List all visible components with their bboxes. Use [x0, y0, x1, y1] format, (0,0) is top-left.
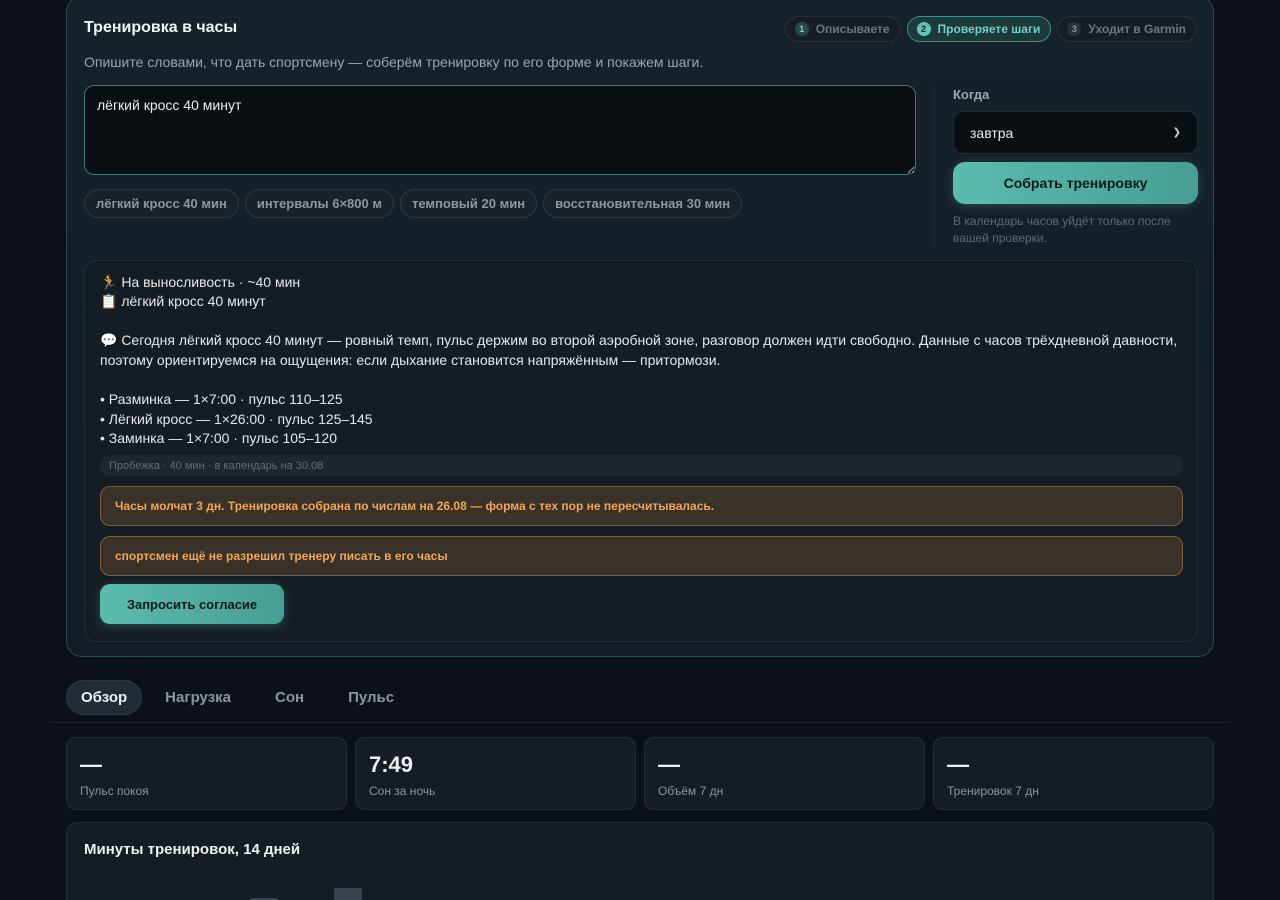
workout-composer-card: Тренировка в часы 1 Описываете 2 Проверя… [66, 0, 1214, 657]
coach-comment: 💬 Сегодня лёгкий кросс 40 минут — ровный… [100, 332, 1178, 368]
stat-sleep: 7:49 Сон за ночь [355, 737, 636, 810]
vertical-divider [934, 86, 935, 248]
stat-volume: — Объём 7 дн [644, 737, 925, 810]
suggestion-chip[interactable]: восстановительная 30 мин [543, 189, 743, 218]
build-workout-button[interactable]: Собрать тренировку [953, 162, 1198, 204]
consent-warning: спортсмен ещё не разрешил тренеру писать… [100, 536, 1183, 576]
workout-description-input[interactable] [84, 85, 916, 175]
wizard-steps: 1 Описываете 2 Проверяете шаги 3 Уходит … [784, 16, 1197, 42]
stat-value: 7:49 [369, 752, 414, 777]
chart-bar [334, 888, 362, 900]
stat-label: Тренировок 7 дн [947, 784, 1039, 798]
tab-overview[interactable]: Обзор [66, 680, 143, 715]
composer-subtitle: Опишите словами, что дать спортсмену — с… [84, 54, 704, 70]
when-select-value: завтра [970, 124, 1014, 141]
stat-value: — [658, 752, 680, 777]
step-number: 2 [916, 22, 931, 36]
chart-title: Минуты тренировок, 14 дней [84, 841, 301, 858]
step-number: 3 [1067, 22, 1082, 36]
step-review[interactable]: 2 Проверяете шаги [906, 16, 1052, 42]
chevron-down-icon: ❯ [1172, 127, 1181, 138]
step-describe[interactable]: 1 Описываете [784, 16, 901, 42]
step-label: Описываете [815, 22, 890, 36]
request-consent-button[interactable]: Запросить согласие [100, 584, 284, 624]
tab-sleep[interactable]: Сон [254, 680, 325, 715]
workout-step: • Разминка — 1×7:00 · пульс 110–125 [100, 391, 343, 407]
suggestion-chip[interactable]: интервалы 6×800 м [244, 189, 394, 218]
suggestion-chip[interactable]: лёгкий кросс 40 мин [84, 189, 239, 218]
training-minutes-chart: Минуты тренировок, 14 дней [66, 822, 1214, 900]
when-label: Когда [953, 87, 990, 102]
composer-title: Тренировка в часы [84, 19, 238, 36]
workout-step: • Лёгкий кросс — 1×26:00 · пульс 125–145 [100, 411, 373, 427]
step-number: 1 [794, 22, 809, 36]
stat-resting-hr: — Пульс покоя [66, 737, 347, 810]
stat-value: — [80, 752, 102, 777]
dashboard-tabs: Обзор Нагрузка Сон Пульс [66, 680, 415, 715]
step-label: Уходит в Garmin [1088, 22, 1186, 36]
stat-workouts: — Тренировок 7 дн [933, 737, 1214, 810]
stale-data-warning: Часы молчат 3 дн. Тренировка собрана по … [100, 486, 1183, 526]
step-garmin[interactable]: 3 Уходит в Garmin [1057, 16, 1197, 42]
tabs-divider [50, 722, 1230, 723]
stat-label: Объём 7 дн [658, 784, 724, 798]
tab-pulse[interactable]: Пульс [327, 680, 415, 715]
workout-name: 📋 лёгкий кросс 40 минут [100, 293, 266, 309]
suggestion-chip[interactable]: темповый 20 мин [399, 189, 538, 218]
step-label: Проверяете шаги [937, 22, 1041, 36]
stat-label: Пульс покоя [80, 784, 149, 798]
when-select[interactable]: завтра ❯ [953, 111, 1198, 154]
workout-meta: Пробежка · 40 мин · в календарь на 30.08 [100, 455, 1183, 476]
workout-type: 🏃 На выносливость · ~40 мин [100, 274, 301, 290]
stat-value: — [947, 752, 969, 777]
tab-load[interactable]: Нагрузка [144, 680, 252, 715]
calendar-note: В календарь часов уйдёт только после ваш… [953, 214, 1171, 245]
workout-step: • Заминка — 1×7:00 · пульс 105–120 [100, 430, 337, 446]
stat-label: Сон за ночь [369, 784, 436, 798]
workout-preview: 🏃 На выносливость · ~40 мин 📋 лёгкий кро… [84, 260, 1198, 642]
suggestion-chips: лёгкий кросс 40 мин интервалы 6×800 м те… [84, 189, 743, 218]
